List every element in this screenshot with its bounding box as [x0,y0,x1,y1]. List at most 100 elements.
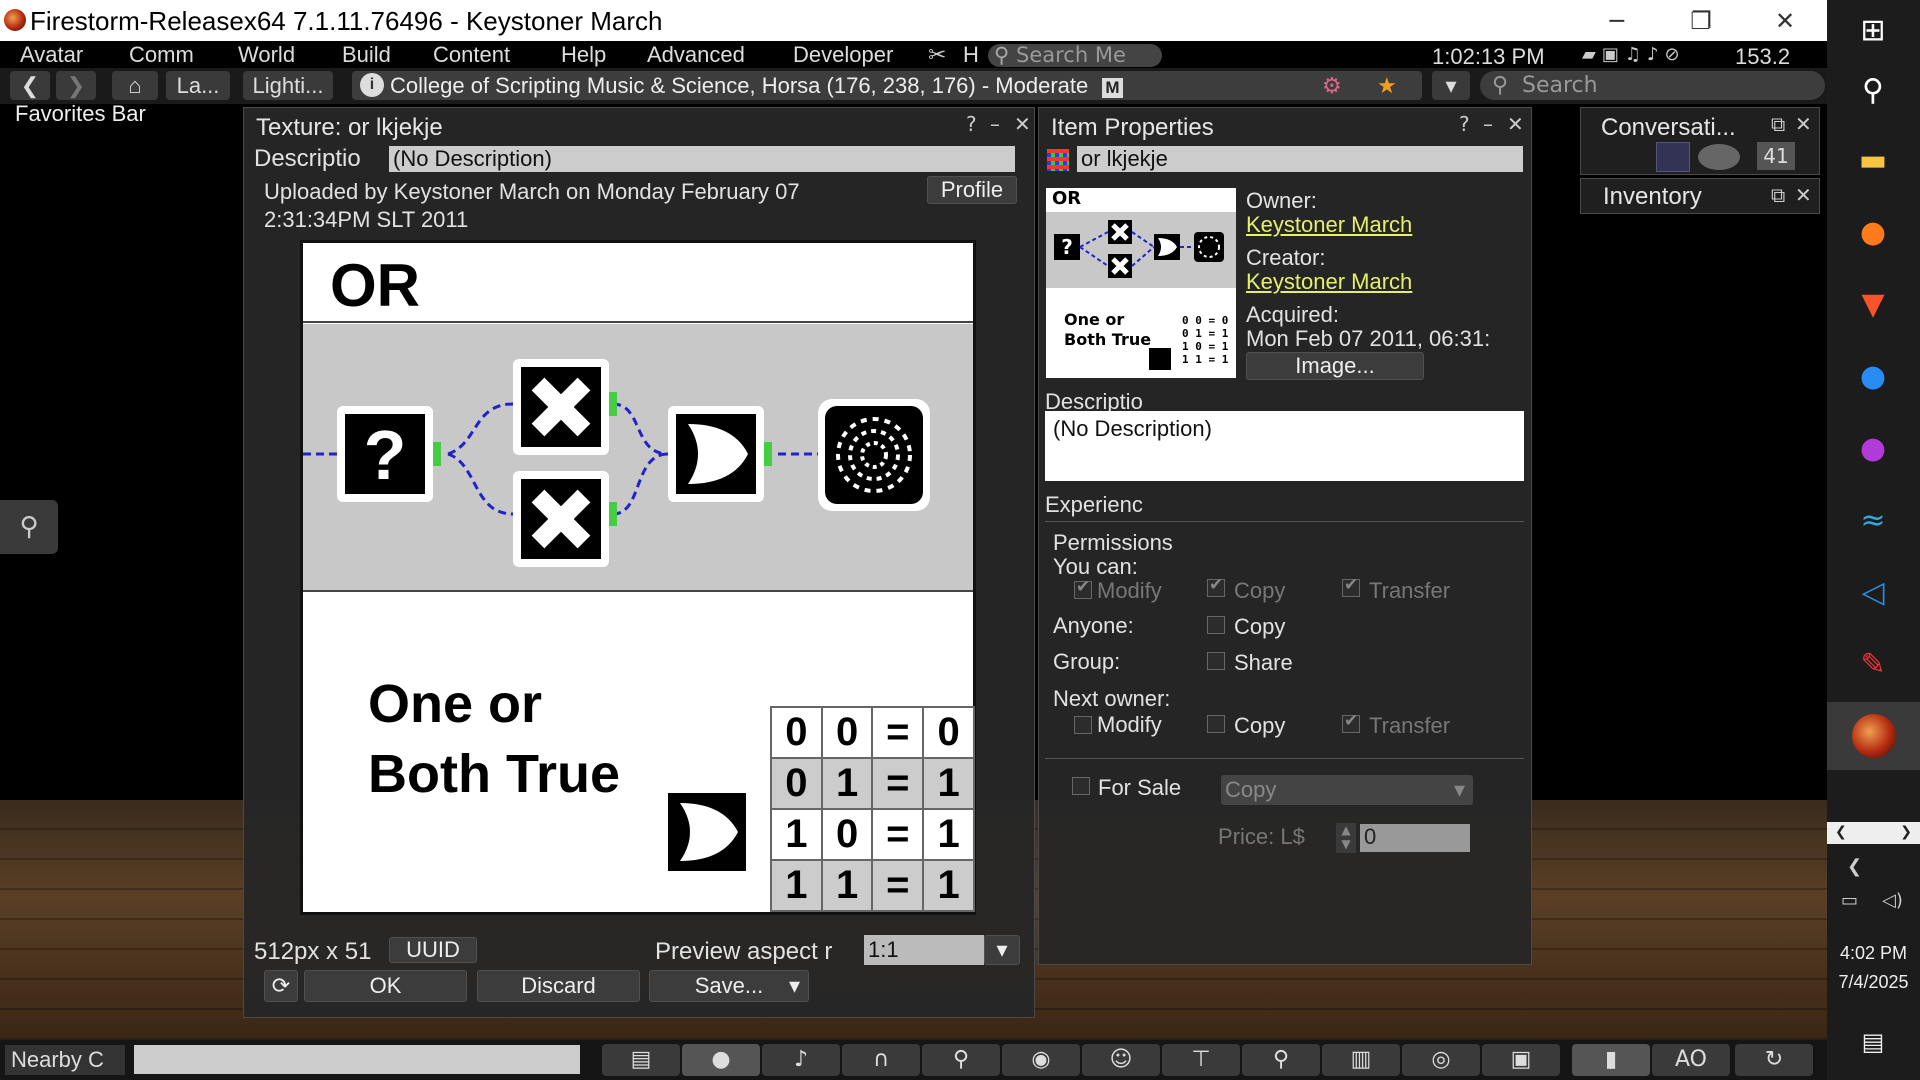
menu-help[interactable]: Help [561,41,606,68]
volume-icon[interactable]: ◁) [1882,890,1903,911]
lighting-button[interactable]: Lighti... [243,71,333,100]
speech-bubble-icon[interactable] [1698,144,1740,170]
menu-world[interactable]: World [238,41,295,68]
next-modify-checkbox[interactable] [1074,716,1092,734]
taskbar-date[interactable]: 7/4/2025 [1827,972,1920,993]
back-button[interactable]: ❮ [10,71,50,100]
aspect-dropdown-icon[interactable]: ▾ [984,935,1020,965]
preview-aspect-combo[interactable]: 1:1 [864,935,984,965]
search-icon[interactable]: ⚲ [1242,1044,1320,1076]
home-icon[interactable]: ⌂ [112,71,158,100]
next-transfer-checkbox[interactable] [1342,711,1360,733]
location-pin-icon[interactable]: ⚲ [0,500,58,554]
nav-search-input[interactable]: ⚲ Search [1480,71,1825,100]
status-icons[interactable]: ▰▣♫♪⊘ [1582,44,1686,65]
forward-button[interactable]: ❯ [56,71,96,100]
owner-link[interactable]: Keystoner March [1246,212,1412,238]
minimize-icon[interactable]: – [990,112,1000,136]
vscode-icon[interactable]: ◁ [1849,568,1897,616]
sync-icon[interactable]: ↻ [1735,1044,1813,1076]
close-icon[interactable]: ✕ [1507,112,1524,136]
snapshot-icon[interactable]: ▣ [1482,1044,1560,1076]
next-copy-checkbox[interactable] [1207,715,1225,733]
menu-search-input[interactable]: ⚲ Search Me [988,44,1162,67]
appearance-icon[interactable]: ⊤ [1162,1044,1240,1076]
menu-comm[interactable]: Comm [129,41,194,68]
scroll-right-icon[interactable]: ❯ [1900,824,1912,840]
brave-icon[interactable]: ▼ [1849,280,1897,328]
item-description-textarea[interactable]: (No Description) [1045,411,1524,481]
menu-advanced[interactable]: Advanced [647,41,745,68]
nearby-chat-button[interactable]: Nearby C [5,1045,125,1075]
chevron-left-icon[interactable]: ❮ [1847,856,1862,877]
menu-content[interactable]: Content [433,41,510,68]
firefox-icon[interactable]: ● [1849,208,1897,256]
item-name-input[interactable]: or lkjekje [1077,146,1523,172]
people-icon[interactable]: ☺ [1082,1044,1160,1076]
taskbar-scroll[interactable]: ❮ ❯ [1827,822,1920,844]
ao-button[interactable]: AO [1652,1044,1730,1076]
help-icon[interactable]: ? [1459,112,1470,136]
discard-button[interactable]: Discard [477,970,640,1002]
you-transfer-checkbox[interactable] [1342,575,1360,597]
sale-type-combo[interactable]: Copy ▾ [1221,775,1473,805]
creator-link[interactable]: Keystoner March [1246,269,1412,295]
inventory-icon[interactable]: ▮ [1572,1044,1650,1076]
price-spinner[interactable]: ▲ ▼ [1336,823,1356,853]
save-dropdown-icon[interactable]: ▾ [789,971,800,1001]
menu-build[interactable]: Build [342,41,391,68]
price-input[interactable]: 0 [1360,824,1470,852]
close-icon[interactable]: ✕ [1795,112,1812,136]
notifications-icon[interactable]: ▤ [1849,1018,1897,1066]
mask-app-icon[interactable]: ● [1849,424,1897,472]
help-icon[interactable]: ? [966,112,977,136]
menu-avatar[interactable]: Avatar [20,41,83,68]
location-dropdown-icon[interactable]: ▾ [1432,71,1470,100]
ok-button[interactable]: OK [304,970,467,1002]
minimize-button[interactable]: ─ [1575,0,1659,41]
inventory-title[interactable]: Inventory [1603,183,1702,211]
network-icon[interactable]: ▭ [1841,890,1858,911]
quick-prefs-icon[interactable]: ✂ [928,41,946,68]
close-icon[interactable]: ✕ [1795,183,1812,207]
chat-bubble-icon[interactable]: ● [682,1044,760,1076]
menu-developer[interactable]: Developer [793,41,893,68]
refresh-icon[interactable]: ⟳ [264,970,298,1002]
image-button[interactable]: Image... [1246,352,1424,380]
radar-icon[interactable]: ◎ [1402,1044,1480,1076]
camera-eye-icon[interactable]: ◉ [1002,1044,1080,1076]
conversations-title[interactable]: Conversati... [1601,114,1736,142]
walk-icon[interactable]: ⚲ [922,1044,1000,1076]
favorite-star-icon[interactable]: ★ [1377,71,1397,100]
thunderbird-icon[interactable]: ● [1849,352,1897,400]
chat-thumbnail-icon[interactable] [1656,142,1690,172]
microphone-icon[interactable]: ♪ [762,1044,840,1076]
for-sale-checkbox[interactable] [1072,777,1090,795]
map-icon[interactable]: ▥ [1322,1044,1400,1076]
chat-input[interactable] [134,1045,580,1074]
tool-app-icon[interactable]: ✎ [1849,640,1897,688]
taskbar-time[interactable]: 4:02 PM [1827,943,1920,964]
profile-button[interactable]: Profile [927,176,1017,204]
close-icon[interactable]: ✕ [1014,112,1031,136]
location-bar[interactable]: i College of Scripting Music & Science, … [352,71,1422,100]
scroll-left-icon[interactable]: ❮ [1835,824,1847,840]
uuid-button[interactable]: UUID [389,937,477,963]
you-modify-checkbox[interactable] [1074,577,1092,599]
undock-icon[interactable]: ⧉ [1771,183,1785,207]
headphones-icon[interactable]: ∩ [842,1044,920,1076]
file-explorer-icon[interactable]: ▬ [1849,136,1897,184]
windsurf-icon[interactable]: ≈ [1849,496,1897,544]
save-button[interactable]: Save... ▾ [649,970,809,1002]
restore-button[interactable]: ❐ [1659,0,1743,41]
gestures-icon[interactable]: ▤ [602,1044,680,1076]
you-copy-checkbox[interactable] [1207,575,1225,597]
info-icon[interactable]: i [360,73,384,97]
landmark-button[interactable]: La... [166,71,230,100]
windows-start-icon[interactable]: ⊞ [1849,6,1897,54]
close-window-button[interactable]: ✕ [1743,0,1827,41]
undock-icon[interactable]: ⧉ [1771,112,1785,136]
description-input[interactable]: (No Description) [389,146,1015,172]
firestorm-taskbar-button[interactable] [1827,702,1920,770]
minimize-icon[interactable]: – [1483,112,1493,136]
